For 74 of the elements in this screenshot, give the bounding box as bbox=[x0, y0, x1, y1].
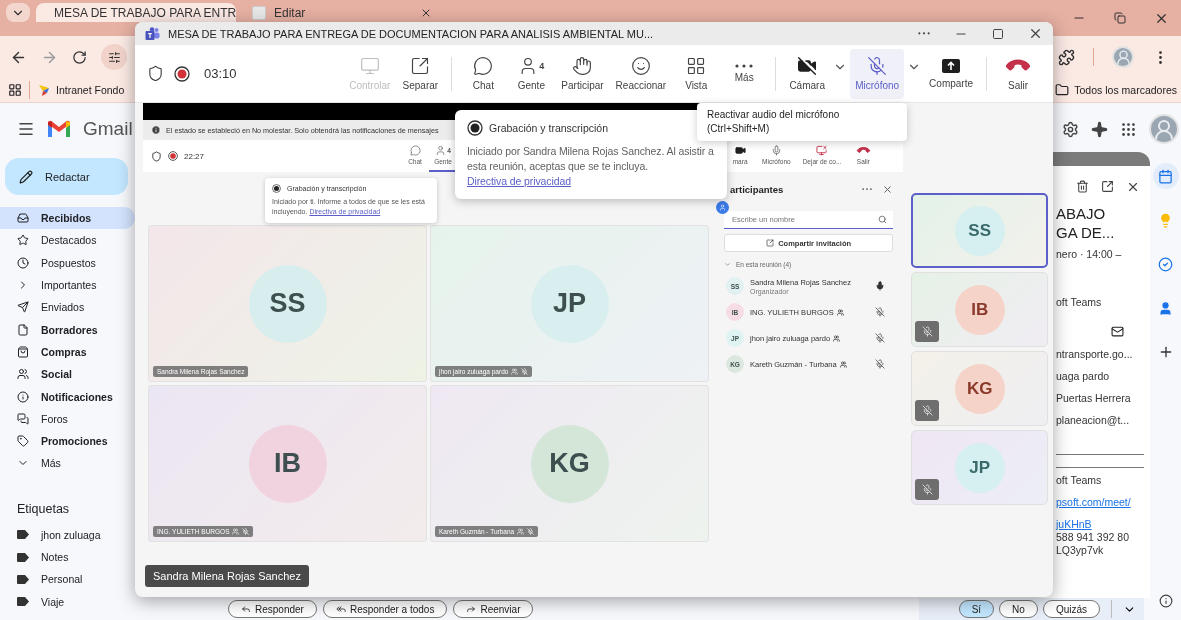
avatar: IB bbox=[954, 284, 1005, 335]
action-button[interactable]: Reenviar bbox=[453, 600, 534, 618]
meeting-timer: 03:10 bbox=[204, 66, 237, 81]
action-button[interactable]: Responder bbox=[228, 600, 317, 618]
folder-item[interactable]: Importantes bbox=[0, 273, 135, 297]
folder-item[interactable]: Compras bbox=[0, 340, 135, 364]
detail-text: LQ3yp7vk bbox=[1056, 544, 1105, 557]
rsvp-button[interactable]: Sí bbox=[958, 600, 995, 618]
toolbar-button[interactable]: Chat bbox=[460, 48, 507, 99]
rsvp-button[interactable]: Quizás bbox=[1042, 600, 1100, 618]
all-bookmarks[interactable]: Todos los marcadores bbox=[1055, 83, 1177, 97]
video-tile[interactable]: JP bbox=[911, 430, 1048, 505]
speaker-name: Sandra Milena Rojas Sanchez bbox=[145, 565, 309, 587]
rsvp-button[interactable]: No bbox=[999, 600, 1038, 618]
action-button[interactable]: Responder a todos bbox=[322, 600, 448, 618]
bookmark[interactable]: Intranet Fondo bbox=[37, 83, 125, 97]
folder-item[interactable]: Promociones bbox=[0, 429, 135, 453]
link[interactable]: juKHnB bbox=[1056, 518, 1144, 531]
toolbar-button[interactable]: Participar bbox=[556, 48, 609, 99]
detail-text: oft Teams bbox=[1056, 474, 1103, 487]
label-item[interactable]: Personal bbox=[0, 568, 135, 591]
privacy-link[interactable]: Directiva de privacidad bbox=[467, 175, 571, 187]
guest-item: planeacion@t... bbox=[1056, 414, 1131, 427]
folder-item[interactable]: Más bbox=[0, 452, 135, 475]
avatar: SS bbox=[248, 264, 327, 343]
section-heading: Etiquetas bbox=[16, 500, 71, 518]
folder-item[interactable]: Enviados bbox=[0, 296, 135, 319]
toolbar-button[interactable]: Separar bbox=[397, 48, 444, 99]
toolbar-button[interactable]: Comparte bbox=[924, 48, 978, 99]
avatar: JP bbox=[530, 264, 609, 343]
popup-title: Grabación y transcripción bbox=[489, 122, 609, 134]
link[interactable]: psoft.com/meet/ bbox=[1056, 496, 1144, 509]
browser-tab[interactable]: MESA DE TRABAJO PARA ENTR bbox=[36, 3, 236, 22]
toolbar-button[interactable]: Salir bbox=[995, 48, 1041, 99]
app-name: Gmail bbox=[83, 118, 133, 140]
avatar: JP bbox=[954, 442, 1005, 493]
video-tile[interactable]: KG bbox=[911, 351, 1048, 426]
event-app: oft Teams bbox=[1056, 296, 1103, 309]
meeting-timer: 22:27 bbox=[184, 151, 205, 161]
guest-item: uaga pardo bbox=[1056, 370, 1111, 383]
folder-item[interactable]: Notificaciones bbox=[0, 385, 135, 408]
toolbar-button[interactable]: Cámara bbox=[784, 48, 831, 99]
folder-item[interactable]: Recibidos bbox=[0, 207, 135, 230]
folder-item[interactable]: Pospuestos bbox=[0, 251, 135, 274]
guest-item: ntransporte.go... bbox=[1056, 348, 1134, 361]
event-title: GA DE... bbox=[1056, 223, 1116, 242]
toolbar-button[interactable]: Más bbox=[721, 48, 768, 99]
event-date: nero · 14:00 – bbox=[1056, 248, 1123, 261]
toolbar-button[interactable]: Vista bbox=[673, 48, 720, 99]
avatar: KG bbox=[530, 424, 609, 503]
event-title: ABAJO bbox=[1056, 204, 1107, 223]
avatar: KG bbox=[954, 363, 1005, 414]
avatar: IB bbox=[248, 424, 327, 503]
folder-item[interactable]: Social bbox=[0, 363, 135, 386]
tooltip: Reactivar audio del micrófono (Ctrl+Shift+M) bbox=[697, 103, 907, 141]
video-tile[interactable]: SS bbox=[911, 193, 1048, 268]
video-tile[interactable]: IB bbox=[911, 272, 1048, 347]
folder-item[interactable]: Foros bbox=[0, 407, 135, 430]
label-item[interactable]: Viaje bbox=[0, 590, 135, 613]
folder-item[interactable]: Borradores bbox=[0, 318, 135, 341]
browser-tab[interactable]: Editar bbox=[242, 3, 442, 22]
folder-item[interactable]: Destacados bbox=[0, 229, 135, 252]
label-item[interactable]: Notes bbox=[0, 545, 135, 569]
compose-button[interactable]: Redactar bbox=[5, 158, 128, 195]
detail-text: 588 941 392 80 bbox=[1056, 531, 1130, 544]
popup-text: Iniciado por Sandra Milena Rojas Sanchez. Al asistir a esta reunión, aceptas que se te incluya. Directiva de privacidad bbox=[467, 144, 715, 189]
panel-title: articipantes bbox=[730, 183, 784, 195]
avatar: SS bbox=[954, 205, 1005, 256]
toolbar-button[interactable]: Reaccionar bbox=[610, 48, 672, 99]
window-title: MESA DE TRABAJO PARA ENTREGA DE DOCUMENTACION PARA ANALISIS AMBIENTAL MU... bbox=[168, 27, 654, 40]
guest-item: Puertas Herrera bbox=[1056, 392, 1132, 405]
toolbar-button[interactable]: 4 Gente bbox=[508, 48, 555, 99]
toolbar-button[interactable]: Micrófono bbox=[850, 48, 905, 99]
label-item[interactable]: jhon zuluaga bbox=[0, 523, 135, 546]
